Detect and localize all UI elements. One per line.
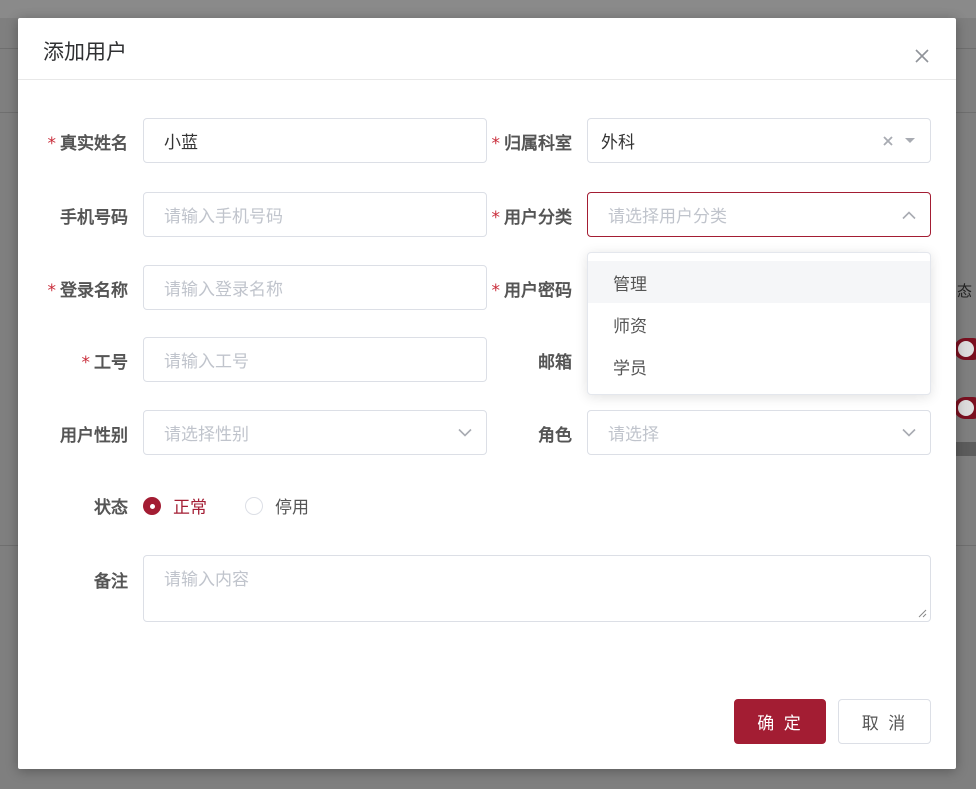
clear-icon[interactable] xyxy=(882,135,894,147)
chevron-up-icon xyxy=(902,210,916,219)
status-radio-disabled[interactable]: 停用 xyxy=(245,493,309,518)
caret-down-icon xyxy=(905,137,915,143)
radio-indicator xyxy=(245,496,263,515)
gender-label: 用户性别 xyxy=(60,426,128,446)
dropdown-option[interactable]: 学员 xyxy=(588,345,930,387)
cancel-button[interactable]: 取 消 xyxy=(838,699,931,744)
dropdown-option[interactable]: 师资 xyxy=(588,303,930,345)
role-select[interactable]: 请选择 xyxy=(587,410,931,455)
radio-indicator xyxy=(143,496,161,515)
confirm-button[interactable]: 确 定 xyxy=(734,699,826,744)
phone-label: 手机号码 xyxy=(60,208,128,228)
gender-select[interactable]: 请选择性别 xyxy=(143,410,487,455)
real-name-input[interactable]: 小蓝 xyxy=(143,118,487,163)
background-status-switch xyxy=(954,338,976,360)
department-select[interactable]: 外科 xyxy=(587,118,931,163)
employee-id-input[interactable]: 请输入工号 xyxy=(143,337,487,382)
background-status-switch xyxy=(954,397,976,419)
login-name-label: * 登录名称 xyxy=(47,281,129,301)
chevron-down-icon xyxy=(902,428,916,437)
user-category-dropdown: 管理 师资 学员 xyxy=(587,252,931,395)
background-page xyxy=(0,0,976,18)
phone-input[interactable]: 请输入手机号码 xyxy=(143,192,487,237)
remark-textarea[interactable]: 请输入内容 xyxy=(143,555,931,622)
dropdown-option[interactable]: 管理 xyxy=(588,261,930,303)
email-label: 邮箱 xyxy=(538,353,572,373)
login-name-input[interactable]: 请输入登录名称 xyxy=(143,265,487,310)
close-icon[interactable] xyxy=(914,48,930,64)
remark-label: 备注 xyxy=(94,572,128,592)
background-scrollbar xyxy=(956,442,976,456)
dialog-header: 添加用户 xyxy=(18,18,956,80)
real-name-label: * 真实姓名 xyxy=(47,134,129,154)
chevron-down-icon xyxy=(458,428,472,437)
resize-grip-icon[interactable] xyxy=(917,608,927,618)
dialog-title: 添加用户 xyxy=(43,40,127,64)
background-column-header: 态 xyxy=(956,282,972,300)
employee-id-label: * 工号 xyxy=(81,353,129,373)
user-category-label: * 用户分类 xyxy=(491,208,573,228)
status-radio-normal[interactable]: 正常 xyxy=(143,493,207,518)
password-label: * 用户密码 xyxy=(491,281,573,301)
role-label: 角色 xyxy=(538,426,572,446)
department-label: * 归属科室 xyxy=(491,134,573,154)
status-label: 状态 xyxy=(94,498,128,518)
user-category-select[interactable]: 请选择用户分类 xyxy=(587,192,931,237)
